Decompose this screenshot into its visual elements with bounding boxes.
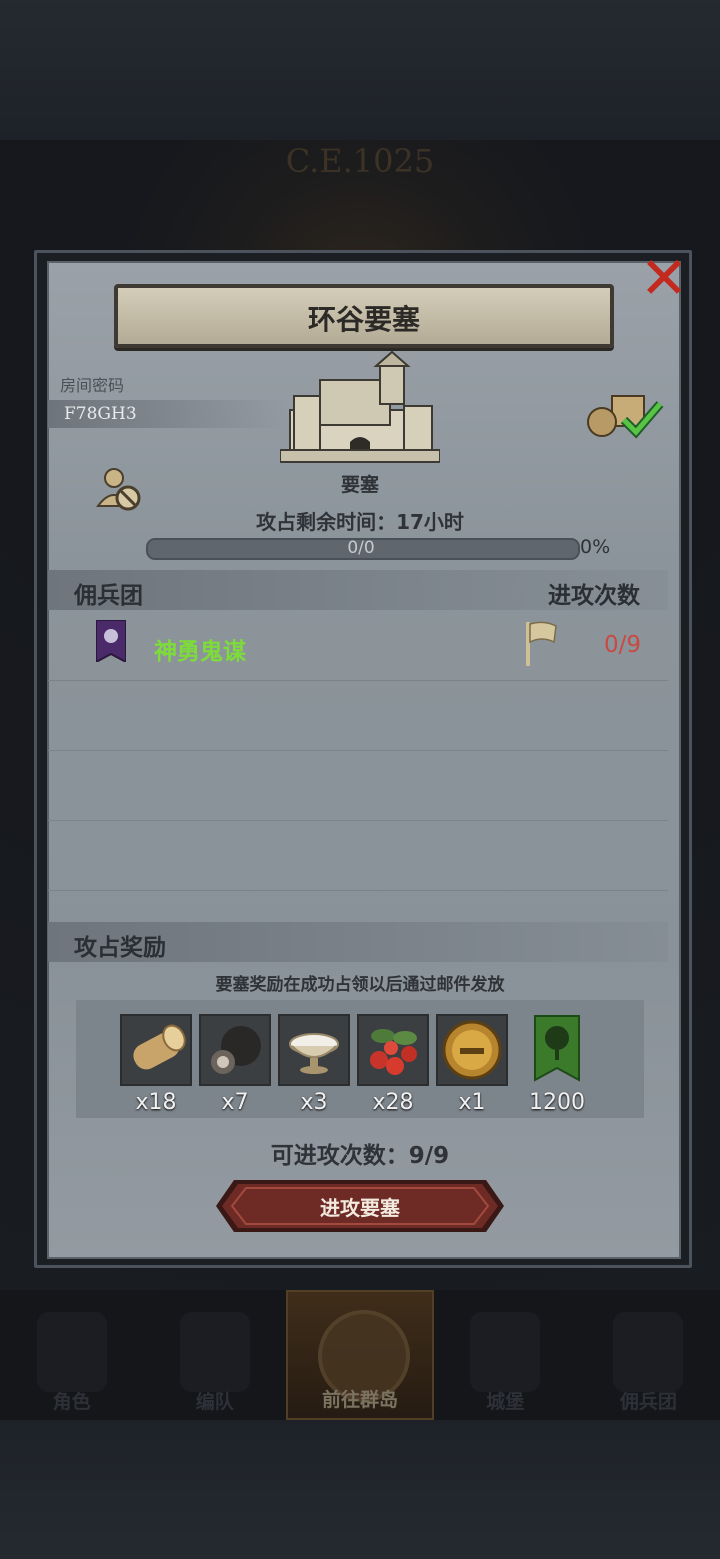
dialog-title: 环谷要塞 xyxy=(307,303,420,336)
truffle-icon xyxy=(211,1026,261,1074)
fortress-icon xyxy=(280,350,440,463)
reward-slot xyxy=(436,1014,508,1086)
empty-row-divider xyxy=(48,890,668,891)
reward-item[interactable]: x18 xyxy=(120,1014,192,1115)
reward-quantity: x18 xyxy=(135,1090,177,1115)
room-code-value: F78GH3 xyxy=(64,404,137,424)
reward-quantity: x7 xyxy=(221,1090,249,1115)
room-code-label: 房间密码 xyxy=(60,376,125,395)
guild-emblem-icon xyxy=(96,620,126,662)
table-row[interactable]: 神勇鬼谋 0/9 xyxy=(48,612,668,681)
fortress-type-label: 要塞 xyxy=(340,474,379,496)
guild-column-header: 佣兵团 xyxy=(74,583,143,609)
reward-slot xyxy=(120,1014,192,1086)
reward-item[interactable]: x1 xyxy=(436,1014,508,1115)
attack-fortress-label: 进攻要塞 xyxy=(320,1196,400,1220)
reward-item[interactable]: x28 xyxy=(357,1014,429,1115)
title-plate: 环谷要塞 xyxy=(114,284,614,348)
reward-quantity: 1200 xyxy=(529,1090,585,1115)
guild-attack-count: 0/9 xyxy=(604,632,642,658)
reward-slot xyxy=(521,1014,593,1086)
reward-item[interactable]: x3 xyxy=(278,1014,350,1115)
rewards-title: 攻占奖励 xyxy=(74,935,166,961)
reward-item[interactable]: 1200 xyxy=(521,1014,593,1115)
reward-quantity: x28 xyxy=(372,1090,414,1115)
attacks-column-header: 进攻次数 xyxy=(548,583,640,609)
tree-banner-icon xyxy=(534,1015,580,1082)
close-button[interactable]: ✕ xyxy=(636,249,692,307)
log-icon xyxy=(133,1024,186,1070)
close-icon: ✕ xyxy=(639,244,689,312)
berries-icon xyxy=(370,1029,417,1075)
salt-bowl-icon xyxy=(289,1033,339,1074)
reward-slot xyxy=(199,1014,271,1086)
rewards-note: 要塞奖励在成功占领以后通过邮件发放 xyxy=(215,975,505,995)
reward-slot xyxy=(357,1014,429,1086)
reward-item[interactable]: x7 xyxy=(199,1014,271,1115)
empty-row-divider xyxy=(48,750,668,751)
available-attempts: 可进攻次数：9/9 xyxy=(270,1143,450,1169)
guild-name: 神勇鬼谋 xyxy=(154,639,246,665)
progress-percent: 0% xyxy=(580,536,611,558)
progress-count: 0/0 xyxy=(347,538,375,558)
reward-quantity: x1 xyxy=(458,1090,486,1115)
flag-icon xyxy=(526,621,557,666)
empty-row-divider xyxy=(48,820,668,821)
capture-time-remaining: 攻占剩余时间：17小时 xyxy=(256,510,464,534)
gold-helmet-coin-icon xyxy=(442,1020,502,1080)
reward-quantity: x3 xyxy=(300,1090,328,1115)
reward-slot xyxy=(278,1014,350,1086)
loot-claimed-icon[interactable] xyxy=(584,390,664,440)
